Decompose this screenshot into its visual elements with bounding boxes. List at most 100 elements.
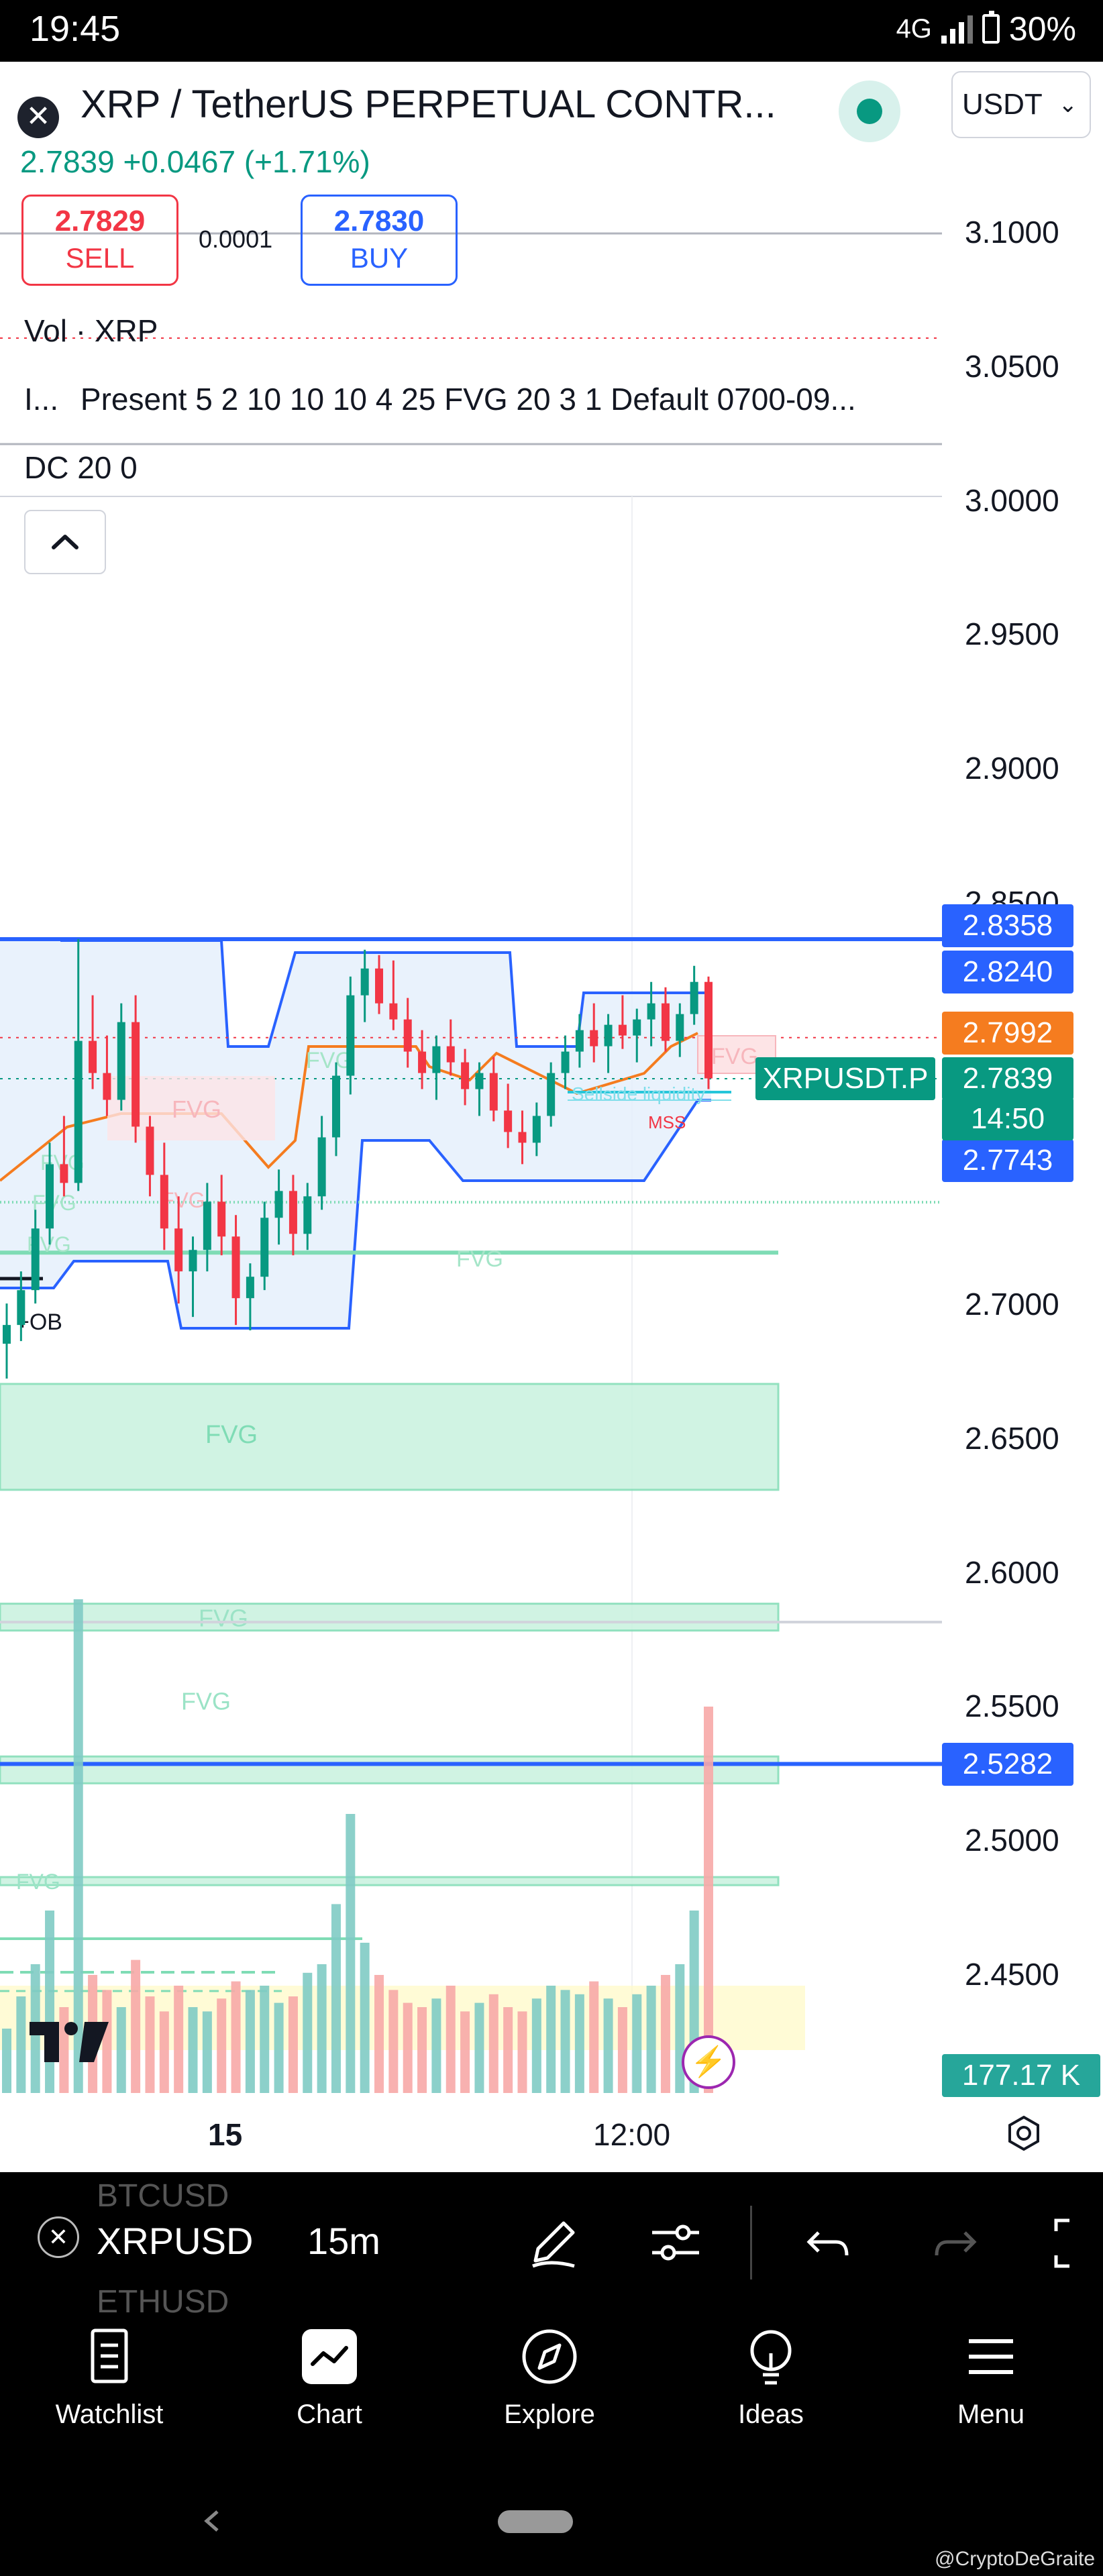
- tradingview-logo: [30, 2019, 110, 2063]
- volume-bar: [603, 1998, 613, 2093]
- mss-label: MSS: [648, 1112, 686, 1132]
- fvg-zone: [0, 1383, 780, 1491]
- sell-label: SELL: [65, 242, 135, 274]
- volume-bar: [274, 2002, 284, 2093]
- candle-body: [704, 981, 713, 1079]
- nav-menu[interactable]: Menu: [914, 2326, 1068, 2430]
- volume-bar: [660, 1975, 670, 2093]
- fvg-label: FVG: [32, 1191, 76, 1215]
- volume-bar: [517, 2011, 527, 2093]
- candle-body: [17, 1290, 25, 1326]
- candle-body: [647, 1003, 655, 1020]
- nav-label-explore: Explore: [504, 2400, 595, 2429]
- candle-body: [575, 1030, 584, 1052]
- volume-bar: [159, 2011, 169, 2093]
- volume-bar: [245, 1990, 255, 2093]
- candle-body: [590, 1030, 598, 1046]
- volume-bar: [632, 1994, 642, 2093]
- sell-button[interactable]: 2.7829 SELL: [21, 195, 178, 286]
- candle-body: [217, 1201, 226, 1237]
- back-icon[interactable]: [199, 2508, 225, 2534]
- nav-label-menu: Menu: [957, 2400, 1025, 2429]
- volume-bar: [445, 1986, 456, 2093]
- candle-body: [561, 1051, 570, 1073]
- chart-icon: [302, 2329, 357, 2384]
- nav-watchlist[interactable]: Watchlist: [32, 2326, 187, 2430]
- candle-body: [89, 1040, 97, 1073]
- fullscreen-icon[interactable]: [1051, 2215, 1103, 2271]
- candle-body: [676, 1014, 684, 1041]
- candle-body: [389, 1003, 398, 1020]
- nav-explore[interactable]: Explore: [472, 2326, 627, 2430]
- volume-bar: [546, 1986, 556, 2093]
- symbol-search-button[interactable]: XRPUSD: [97, 2219, 253, 2263]
- collapse-legend-button[interactable]: [24, 510, 106, 574]
- candle-body: [532, 1116, 541, 1143]
- volume-bar: [646, 1986, 656, 2093]
- time-tick-15: 15: [208, 2117, 243, 2152]
- volume-bar: [16, 1996, 26, 2093]
- candle-body: [633, 1019, 641, 1036]
- candle-body: [446, 1046, 455, 1063]
- flash-icon[interactable]: ⚡: [682, 2035, 735, 2089]
- fvg-label: FVG: [16, 1870, 60, 1894]
- volume-bar: [202, 2011, 212, 2093]
- fvg-zone: [0, 1876, 780, 1886]
- candle-body: [288, 1191, 297, 1234]
- volume-bar: [303, 1972, 313, 2093]
- volume-bar: [317, 1964, 327, 2093]
- fvg-zone: [0, 1755, 780, 1784]
- candle-body: [274, 1191, 283, 1218]
- volume-bar: [116, 2007, 126, 2093]
- volume-bar: [589, 1981, 599, 2093]
- buy-price: 2.7830: [333, 205, 425, 237]
- volume-legend[interactable]: Vol · XRP: [24, 313, 158, 349]
- volume-bar: [131, 1960, 141, 2093]
- chart-settings-icon[interactable]: [1004, 2113, 1044, 2153]
- nav-chart[interactable]: Chart: [252, 2326, 407, 2430]
- candle-body: [547, 1073, 556, 1116]
- fvg-label: FVG: [205, 1421, 258, 1449]
- volume-bar: [474, 2002, 484, 2093]
- fvg-label: FVG: [456, 1246, 503, 1272]
- volume-bar: [374, 1975, 384, 2093]
- buy-button[interactable]: 2.7830 BUY: [301, 195, 458, 286]
- indicators-icon[interactable]: [645, 2212, 706, 2273]
- candle-body: [604, 1024, 613, 1046]
- nav-ideas[interactable]: Ideas: [694, 2326, 848, 2430]
- indicator-name: Present 5 2 10 10 10 4 25 FVG 20 3 1 Def…: [80, 382, 856, 417]
- interval-button[interactable]: 15m: [307, 2219, 380, 2263]
- candle-body: [432, 1046, 441, 1073]
- price-chart[interactable]: FVGFVGFVGFVGFVGFVGFVGFVGFVGFVGFVGFVGSell…: [0, 0, 1103, 2172]
- undo-icon[interactable]: [798, 2212, 859, 2273]
- volume-bar: [260, 1986, 270, 2093]
- home-pill[interactable]: [498, 2510, 573, 2533]
- volume-bar: [231, 1981, 241, 2093]
- bottom-nav: Watchlist Chart Explore Ideas Menu @Cryp…: [0, 2313, 1103, 2576]
- volume-bar: [460, 2011, 470, 2093]
- candle-body: [231, 1236, 240, 1299]
- close-symbol-icon[interactable]: ✕: [38, 2216, 79, 2258]
- donchian-legend[interactable]: DC 20 0: [24, 449, 138, 486]
- compass-icon: [522, 2329, 577, 2384]
- watermark: @CryptoDeGraite: [935, 2548, 1095, 2570]
- candle-body: [346, 995, 355, 1076]
- fvg-label: FVG: [306, 1048, 353, 1073]
- candle-body: [260, 1218, 269, 1277]
- volume-bar: [617, 2007, 627, 2093]
- candle-body: [132, 1022, 140, 1127]
- buy-label: BUY: [350, 242, 409, 274]
- indicator-legend[interactable]: I... Present 5 2 10 10 10 4 25 FVG 20 3 …: [24, 381, 856, 417]
- pencil-icon[interactable]: [523, 2212, 584, 2273]
- candle-body: [146, 1126, 154, 1175]
- volume-bar: [145, 1996, 155, 2093]
- liquidity-label: Sellside liquidity: [572, 1083, 705, 1104]
- volume-bar: [174, 1986, 184, 2093]
- candle-body: [174, 1228, 183, 1272]
- volume-bar: [288, 1996, 298, 2093]
- redo-icon[interactable]: [925, 2212, 985, 2273]
- candle-body: [74, 1040, 83, 1183]
- indicator-prefix: I...: [24, 382, 59, 417]
- candle-body: [475, 1073, 484, 1089]
- volume-bar: [503, 2007, 513, 2093]
